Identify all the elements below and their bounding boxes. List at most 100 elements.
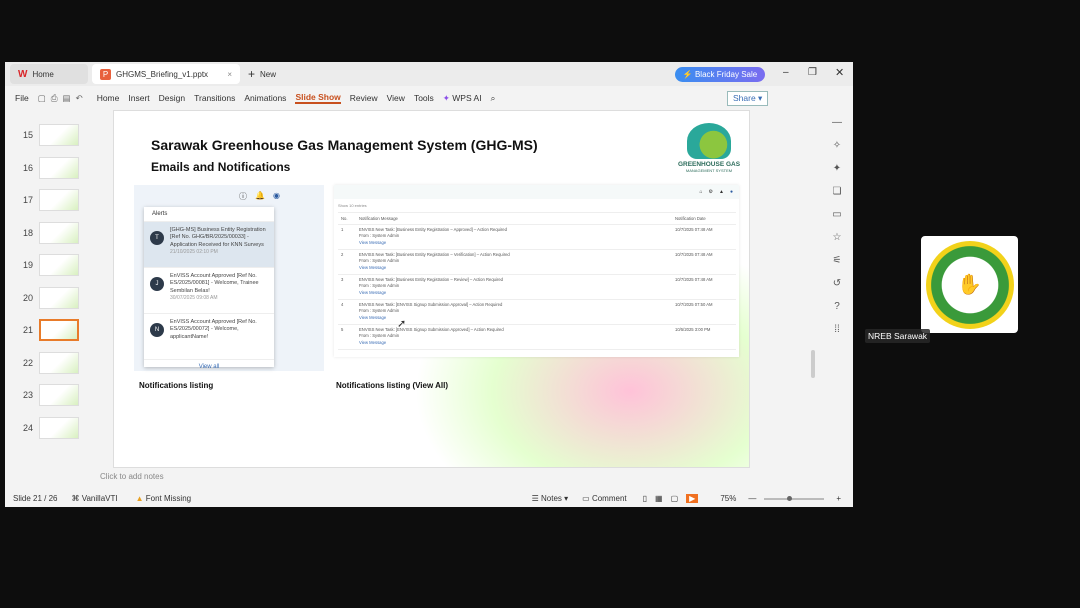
restore-button[interactable]: ❐ [808,67,817,78]
tab-label: Home [32,69,54,79]
slide-number: 17 [22,195,33,205]
promo-button[interactable]: ⚡ Black Friday Sale [675,67,765,82]
help-icon[interactable]: ? [834,301,840,312]
alert-item[interactable]: T [GHG-MS] Business Entity Registration [… [144,222,274,268]
row-number: 5 [338,324,356,350]
slide-number: 15 [22,130,33,140]
promo-label: Black Friday Sale [694,70,758,79]
comment-button[interactable]: ▭ Comment [582,494,626,503]
history-icon[interactable]: ↺ [833,278,841,289]
menu-review[interactable]: Review [350,93,378,103]
menu-design[interactable]: Design [159,93,185,103]
collapse-icon[interactable]: — [832,117,842,128]
new-tab-button[interactable]: + New [240,64,284,84]
notes-placeholder[interactable]: Click to add notes [100,472,164,481]
zoom-level[interactable]: 75% [720,494,736,503]
table-header-bar: ⌂ ⚙ ▲ ● [334,185,739,199]
menu-view[interactable]: View [387,93,405,103]
menu-insert[interactable]: Insert [128,93,149,103]
slide-thumbnail[interactable]: 18 [15,221,85,244]
share-button[interactable]: Share ▾ [727,91,769,106]
minimize-button[interactable]: – [783,67,789,78]
bell-icon: 🔔 [255,191,265,200]
font-missing-label: Font Missing [145,494,192,503]
layers-icon[interactable]: ❏ [833,186,842,197]
tab-document[interactable]: P GHGMS_Briefing_v1.pptx × [92,64,240,84]
notes-label: Notes [541,494,562,503]
menu-animations[interactable]: Animations [244,93,286,103]
slide-number: 23 [22,390,33,400]
gear-icon: ⚙ [708,189,714,195]
slide-thumbnail[interactable]: 21 [15,319,85,341]
thumbnail-image [39,286,79,309]
slide-thumbnail[interactable]: 22 [15,351,85,374]
slide-number: 22 [22,357,33,368]
slide-thumbnail[interactable]: 24 [15,416,85,439]
theme-name: VanillaVTI [81,494,118,503]
table-row: 2 ENVISS New Task: [Business Entity Regis… [338,249,736,275]
play-slideshow-button[interactable]: ▶ [686,494,699,503]
message-from: From : System Admin [359,333,400,339]
slide-thumbnail[interactable]: 16 [15,156,85,179]
slide-scrollbar[interactable] [811,350,815,378]
alert-item[interactable]: N EnVISS Account Approved [Ref No. ES/202… [144,314,274,360]
caption-right: Notifications listing (View All) [336,381,449,390]
participant-video: ✋ [921,236,1018,333]
ribbon-menu: File ▢⎙▤↶ Home Insert Design Transitions… [5,86,853,110]
logo-text: GREENHOUSE GAS [677,161,741,168]
bell-icon: ▲ [719,189,724,195]
grid-icon[interactable]: ⁞⁞ [834,324,840,335]
message-from: From : System Admin [359,258,400,264]
menu-wps-ai[interactable]: ✦ WPS AI [443,93,482,104]
zoom-slider[interactable] [764,495,825,501]
slide-thumbnail[interactable]: 15 [15,124,85,146]
view-message-link: View Message [359,264,387,270]
notes-button[interactable]: ☰ Notes ▾ [532,494,569,503]
view-mode-icons[interactable]: ▯▦▢ [643,494,687,503]
avatar: N [150,323,164,337]
slide-thumbnail[interactable]: 20 [15,286,85,309]
row-number: 2 [338,249,356,275]
star-icon[interactable]: ☆ [833,232,842,243]
row-date: 10/7/2025 07:48 AM [672,274,736,300]
search-icon[interactable]: ⌕ [491,93,496,104]
view-message-link: View Message [359,239,387,245]
slide-thumbnail[interactable]: 17 [15,189,85,211]
comment-icon[interactable]: ▭ [832,209,841,220]
alerts-header: Alerts [144,207,274,222]
lembaga-sumber-asli-emblem: ✋ [925,240,1014,329]
magic-icon[interactable]: ✧ [833,140,841,151]
menu-tools[interactable]: Tools [414,93,434,103]
pptx-icon: P [100,68,111,80]
menu-file[interactable]: File [15,93,29,103]
close-window-button[interactable]: ✕ [835,66,844,79]
avatar: T [150,231,164,245]
close-icon[interactable]: × [227,70,232,79]
tab-label: GHGMS_Briefing_v1.pptx [116,69,209,79]
alerts-dropdown: Alerts T [GHG-MS] Business Entity Registr… [144,207,274,370]
zoom-in-button[interactable]: + [836,494,841,503]
home-icon: ⌂ [699,189,703,195]
alert-item[interactable]: J EnVISS Account Approved [Ref No. ES/202… [144,268,274,314]
zoom-out-button[interactable]: — [748,494,756,503]
thumbnail-image [39,254,79,276]
thumbnail-image [39,319,79,341]
tab-home[interactable]: W Home [10,64,88,84]
menu-home[interactable]: Home [97,93,120,103]
quick-access-icons[interactable]: ▢⎙▤↶ [38,93,88,104]
slide-canvas[interactable]: Sarawak Greenhouse Gas Management System… [113,110,750,468]
slide-thumbnail[interactable]: 23 [15,384,85,406]
settings-icon[interactable]: ⚟ [833,255,842,266]
plus-icon: + [248,67,256,81]
animation-icon[interactable]: ✦ [833,163,841,174]
font-missing-warning[interactable]: ▲ Font Missing [136,494,192,503]
table-row: 3 ENVISS New Task: [Business Entity Regis… [338,274,736,300]
menu-transitions[interactable]: Transitions [194,93,235,103]
mouse-cursor-icon: ➚ [397,318,407,330]
slide-title: Sarawak Greenhouse Gas Management System… [151,137,538,153]
alert-text: [GHG-MS] Business Entity Registration [R… [170,227,266,248]
notifications-table-screenshot: ⌂ ⚙ ▲ ● Show 10 entries No. Notification Mes… [334,185,739,357]
theme-label[interactable]: ⌘ VanillaVTI [71,494,117,503]
menu-slide-show[interactable]: Slide Show [295,92,341,104]
slide-thumbnail[interactable]: 19 [15,254,85,276]
